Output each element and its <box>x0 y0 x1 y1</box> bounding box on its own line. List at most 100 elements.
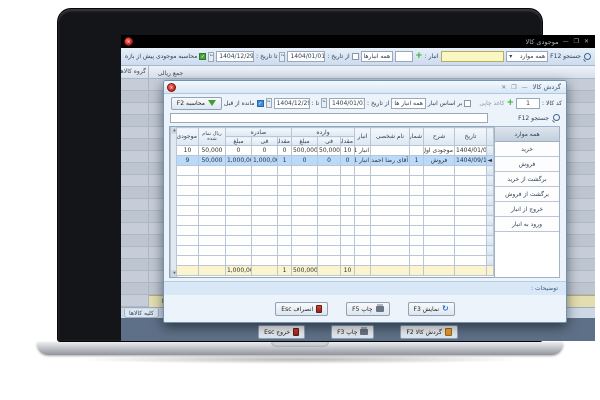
add-icon[interactable]: + <box>415 52 423 61</box>
col-number[interactable]: شماره <box>410 128 424 146</box>
app-close-button[interactable]: ✕ <box>124 37 133 46</box>
group-row[interactable] <box>121 91 148 103</box>
group-row[interactable] <box>121 199 148 211</box>
print-button[interactable]: چاپ F3 <box>331 325 374 339</box>
date-spinner-icon[interactable]: ▴▾ <box>208 52 214 62</box>
grid-row[interactable] <box>176 246 493 256</box>
tab-all-items[interactable]: کلیه کالاها <box>124 309 159 318</box>
group-row[interactable] <box>121 223 148 235</box>
to-date-input[interactable]: 1404/12/29 <box>274 98 310 109</box>
col-date[interactable]: تاریخ <box>455 128 487 146</box>
quick-search-input[interactable] <box>441 51 505 62</box>
grid-row[interactable] <box>176 216 493 226</box>
group-row[interactable] <box>121 283 148 295</box>
grid-row[interactable] <box>176 256 493 266</box>
grid-row[interactable] <box>176 176 493 186</box>
group-row[interactable] <box>121 271 148 283</box>
warehouse-code-input[interactable] <box>395 51 413 62</box>
date-spinner-icon[interactable]: ▴▾ <box>321 98 327 108</box>
group-row[interactable] <box>121 187 148 199</box>
col-cost[interactable]: ریال تمام شده <box>198 128 225 146</box>
date-spinner-icon[interactable]: ▴▾ <box>279 52 285 62</box>
print-button[interactable]: چاپ F5 <box>346 302 389 316</box>
dialog-close-button[interactable]: ✕ <box>167 83 176 92</box>
group-row[interactable] <box>121 139 148 151</box>
col-in-amount[interactable]: مبلغ <box>291 137 317 146</box>
grid-row[interactable] <box>176 196 493 206</box>
minimize-icon[interactable]: — <box>522 84 529 91</box>
sidebar-item[interactable]: همه موارد <box>495 127 559 142</box>
group-row[interactable] <box>121 103 148 115</box>
grid-row[interactable] <box>176 226 493 236</box>
item-code-input[interactable]: 1 <box>516 98 540 109</box>
col-person[interactable]: نام شخصی <box>371 128 410 146</box>
col-in-qty[interactable]: مقدار <box>341 137 355 146</box>
from-date-checkbox[interactable] <box>352 53 359 60</box>
sidebar-item[interactable]: ورود به انبار <box>495 217 559 232</box>
row-selector[interactable] <box>487 226 494 236</box>
filter-dropdown[interactable]: همه موارد ▾ <box>506 51 548 62</box>
row-selector[interactable] <box>487 176 494 186</box>
grid-row[interactable]: 10500,00011,000,000 <box>176 266 493 276</box>
add-item-icon[interactable]: + <box>507 99 515 108</box>
col-desc[interactable]: شرح <box>424 128 455 146</box>
col-stock[interactable]: موجودی <box>176 128 198 146</box>
calculate-button[interactable]: محاسبه F2 <box>171 97 222 110</box>
group-row[interactable] <box>121 259 148 271</box>
maximize-icon[interactable]: ❐ <box>511 84 517 91</box>
grid-row[interactable] <box>176 186 493 196</box>
row-selector[interactable] <box>487 206 494 216</box>
col-group-outgoing[interactable]: صادره <box>225 128 291 137</box>
row-selector[interactable] <box>487 236 494 246</box>
grid-row[interactable]: ◄1404/09/13فروش1آقای رضا احمدیانبار 1000… <box>176 156 493 166</box>
group-row[interactable] <box>121 79 148 91</box>
row-selector[interactable]: ◄ <box>487 156 494 166</box>
turnover-button[interactable]: گردش کالا F2 <box>400 325 457 339</box>
grid-row[interactable]: 1404/01/01موجودی اول دورهانبار 11050,000… <box>176 146 493 156</box>
row-selector[interactable] <box>487 186 494 196</box>
maximize-icon[interactable]: ❐ <box>574 38 580 45</box>
sidebar-item[interactable]: خروج از انبار <box>495 202 559 217</box>
from-date-input[interactable]: 1404/01/01 <box>329 98 365 109</box>
all-warehouses-box[interactable]: همه انبار ها <box>391 98 426 109</box>
calc-before-checkbox[interactable]: ✓ <box>199 53 206 60</box>
group-row[interactable] <box>121 151 148 163</box>
col-out-qty[interactable]: مقدار <box>277 137 291 146</box>
row-selector[interactable] <box>487 266 494 276</box>
sidebar-item[interactable]: برگشت از فروش <box>495 187 559 202</box>
group-row[interactable] <box>121 175 148 187</box>
group-row[interactable] <box>121 295 148 307</box>
cancel-button[interactable]: انصراف Esc <box>275 302 328 316</box>
sidebar-item[interactable]: فروش <box>495 157 559 172</box>
all-warehouses-box[interactable]: همه انبارها <box>361 51 394 62</box>
group-row[interactable] <box>121 163 148 175</box>
minimize-icon[interactable]: — <box>563 38 570 45</box>
group-row[interactable] <box>121 115 148 127</box>
row-selector[interactable] <box>487 166 494 176</box>
to-date-input[interactable]: 1404/12/29 <box>216 51 254 62</box>
col-store[interactable]: انبار <box>355 128 371 146</box>
exit-button[interactable]: خروج Esc <box>258 325 305 339</box>
group-row[interactable] <box>121 247 148 259</box>
remaining-checkbox[interactable]: ✓ <box>257 100 264 107</box>
close-icon[interactable]: ✕ <box>501 84 507 91</box>
col-in-price[interactable]: فی <box>318 137 341 146</box>
by-warehouse-checkbox[interactable] <box>464 100 471 107</box>
col-out-amount[interactable]: مبلغ <box>225 137 251 146</box>
group-row[interactable] <box>121 127 148 139</box>
col-group-incoming[interactable]: وارده <box>291 128 354 137</box>
row-selector[interactable] <box>487 196 494 206</box>
grid-row[interactable] <box>176 206 493 216</box>
grid-row[interactable] <box>176 166 493 176</box>
from-date-input[interactable]: 1404/01/01 <box>287 51 325 62</box>
group-row[interactable] <box>121 211 148 223</box>
row-selector[interactable] <box>487 146 494 156</box>
dialog-search-input[interactable] <box>170 113 488 123</box>
sidebar-item[interactable]: خرید <box>495 142 559 157</box>
row-selector[interactable] <box>487 256 494 266</box>
sidebar-item[interactable]: برگشت از خرید <box>495 172 559 187</box>
group-row[interactable] <box>121 235 148 247</box>
col-out-price[interactable]: فی <box>251 137 277 146</box>
date-spinner-icon[interactable]: ▴▾ <box>266 98 272 108</box>
grid-row[interactable] <box>176 236 493 246</box>
